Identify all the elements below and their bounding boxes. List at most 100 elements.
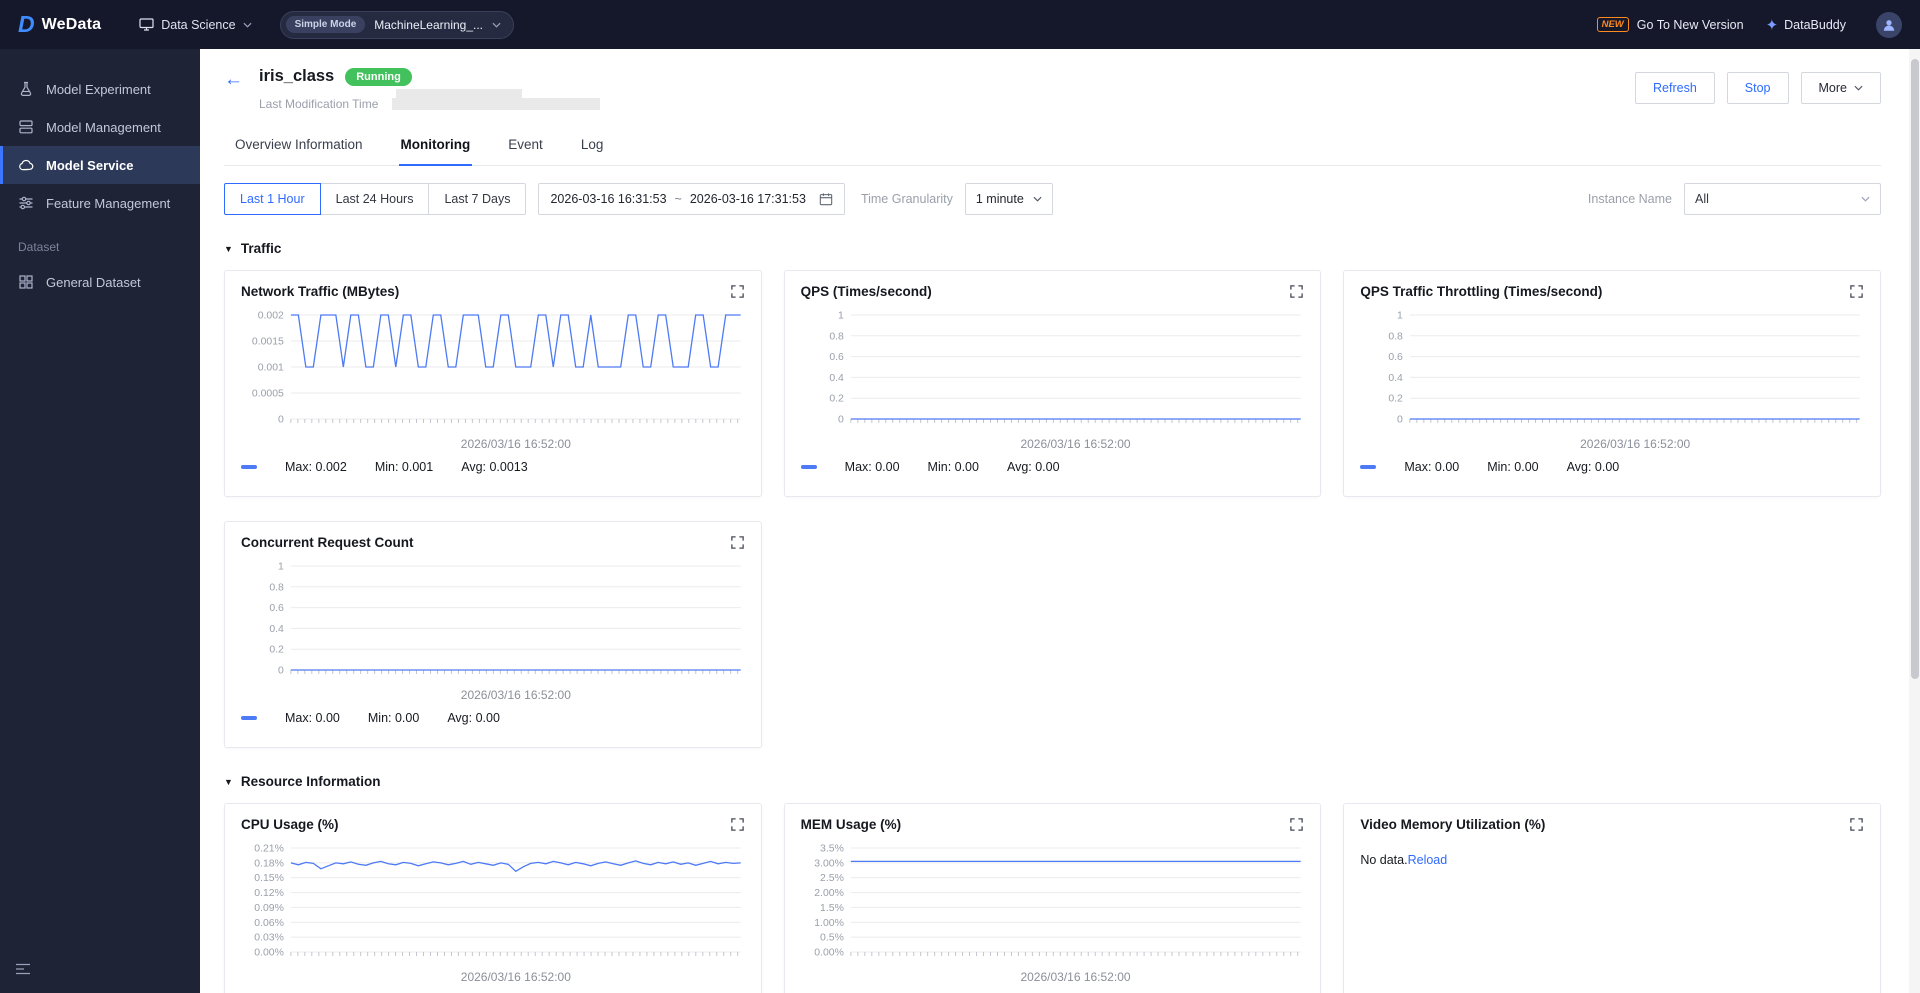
sidebar-item-label: Feature Management	[46, 195, 171, 211]
collapse-icon	[16, 963, 30, 975]
chart-stat: Avg: 0.0013	[461, 460, 528, 474]
section-resource-information[interactable]: ▼ Resource Information	[224, 774, 1881, 789]
sidebar-item-label: Model Service	[46, 157, 134, 173]
experiment-icon	[18, 81, 34, 97]
sidebar: Model Experiment Model Management Model Se…	[0, 49, 200, 993]
redacted-text	[396, 89, 522, 101]
chart-title: Network Traffic (MBytes)	[241, 284, 400, 299]
range-button-last-1-hour[interactable]: Last 1 Hour	[224, 183, 321, 215]
refresh-button[interactable]: Refresh	[1635, 72, 1715, 104]
caret-down-icon: ▼	[224, 776, 233, 787]
svg-text:0: 0	[838, 414, 844, 425]
go-to-new-version-link[interactable]: Go To New Version	[1637, 18, 1744, 32]
legend-dash-icon	[1360, 465, 1377, 469]
sidebar-item-model-management[interactable]: Model Management	[0, 108, 200, 146]
fullscreen-icon[interactable]	[1849, 817, 1864, 832]
main-content: ← iris_class Running Last Modification T…	[200, 49, 1920, 993]
svg-text:0.8: 0.8	[829, 331, 844, 342]
range-button-last-7-days[interactable]: Last 7 Days	[428, 183, 527, 215]
sidebar-item-feature-management[interactable]: Feature Management	[0, 184, 200, 222]
project-selector[interactable]: Simple Mode MachineLearning_...	[279, 10, 515, 39]
instance-select[interactable]: All	[1684, 183, 1881, 215]
svg-text:0: 0	[1397, 414, 1403, 425]
sidebar-section-dataset: Dataset	[18, 240, 60, 254]
chart-stat: Max: 0.002	[285, 460, 347, 474]
chart-plot: 0.002 0.0015 0.001 0.0005 0	[252, 310, 741, 426]
fullscreen-icon[interactable]	[730, 817, 745, 832]
chart-plot: 1 0.8 0.6 0.4 0.2 0	[829, 310, 1301, 426]
back-button[interactable]: ←	[224, 70, 243, 89]
legend-dash-icon	[241, 465, 257, 469]
sidebar-dataset-nav: General Dataset	[0, 263, 200, 301]
chevron-down-icon	[492, 22, 501, 28]
svg-text:1.5%: 1.5%	[820, 903, 844, 914]
chart-legend: Max: 0.00 Min: 0.00 Avg: 0.00	[241, 711, 745, 725]
chart-x-axis-label: 2026/03/16 16:52:00	[460, 970, 571, 984]
svg-text:0: 0	[278, 414, 284, 425]
granularity-select[interactable]: 1 minute	[964, 183, 1053, 215]
svg-text:1: 1	[838, 310, 844, 321]
fullscreen-icon[interactable]	[1289, 284, 1304, 299]
tab-bar: Overview Information Monitoring Event Log	[224, 127, 1881, 166]
svg-text:0: 0	[278, 665, 284, 676]
databuddy-label: DataBuddy	[1784, 17, 1846, 32]
avatar[interactable]	[1876, 11, 1902, 38]
svg-text:0.21%: 0.21%	[254, 843, 284, 854]
svg-text:0.8: 0.8	[269, 582, 284, 593]
svg-text:0.001: 0.001	[258, 362, 284, 373]
chevron-down-icon	[1861, 196, 1870, 202]
title-block: iris_class Running Last Modification Tim…	[259, 67, 601, 111]
feature-icon	[18, 195, 34, 211]
instance-value: All	[1695, 192, 1709, 206]
more-button[interactable]: More	[1800, 72, 1881, 104]
wedata-logo-icon: D	[18, 11, 35, 37]
chevron-down-icon	[1854, 85, 1863, 91]
chart-x-axis-label: 2026/03/16 16:52:00	[1020, 970, 1131, 984]
chart-stat: Max: 0.00	[285, 711, 340, 725]
traffic-chart-grid: Network Traffic (MBytes) 0.002 0.0015 0.001…	[224, 270, 1881, 748]
tab-event[interactable]: Event	[506, 127, 545, 166]
legend-dash-icon	[241, 716, 257, 720]
stop-button[interactable]: Stop	[1726, 72, 1789, 104]
databuddy-link[interactable]: ✦ DataBuddy	[1766, 16, 1846, 34]
sidebar-nav: Model Experiment Model Management Model Se…	[0, 70, 200, 222]
sidebar-item-model-service[interactable]: Model Service	[0, 146, 200, 184]
wedata-logo[interactable]: D WeData	[18, 13, 101, 36]
sidebar-item-model-experiment[interactable]: Model Experiment	[0, 70, 200, 108]
svg-text:0.5%: 0.5%	[820, 933, 844, 944]
instance-filter: Instance Name All	[1588, 183, 1881, 215]
svg-text:2.5%: 2.5%	[820, 873, 844, 884]
svg-text:0.00%: 0.00%	[254, 947, 284, 958]
svg-text:3.00%: 3.00%	[814, 858, 844, 869]
fullscreen-icon[interactable]	[730, 535, 745, 550]
svg-text:1.00%: 1.00%	[814, 918, 844, 929]
svg-text:0.18%: 0.18%	[254, 858, 284, 869]
scrollbar-thumb[interactable]	[1911, 59, 1919, 679]
section-traffic[interactable]: ▼ Traffic	[224, 241, 1881, 256]
calendar-icon	[819, 192, 833, 206]
scrollbar[interactable]	[1909, 49, 1920, 993]
topbar: D WeData Data Science Simple Mode Machin…	[0, 0, 1920, 49]
fullscreen-icon[interactable]	[1849, 284, 1864, 299]
legend-dash-icon	[800, 465, 817, 469]
svg-text:0.2: 0.2	[269, 645, 284, 656]
fullscreen-icon[interactable]	[1289, 817, 1304, 832]
chart-x-axis-label: 2026/03/16 16:52:00	[1580, 437, 1691, 451]
product-switcher[interactable]: Data Science	[139, 18, 252, 32]
sidebar-item-label: General Dataset	[46, 274, 141, 290]
new-badge: NEW	[1596, 17, 1629, 32]
tab-overview-information[interactable]: Overview Information	[233, 127, 365, 166]
date-range-picker[interactable]: 2026-03-16 16:31:53 ~ 2026-03-16 17:31:5…	[538, 183, 845, 215]
tab-log[interactable]: Log	[579, 127, 606, 166]
reload-link[interactable]: Reload	[1408, 853, 1448, 867]
fullscreen-icon[interactable]	[730, 284, 745, 299]
svg-text:0.0015: 0.0015	[252, 336, 284, 347]
chart-plot: 1 0.8 0.6 0.4 0.2 0	[1389, 310, 1861, 426]
range-button-last-24-hours[interactable]: Last 24 Hours	[319, 183, 430, 215]
tab-monitoring[interactable]: Monitoring	[398, 127, 473, 166]
sidebar-collapse-button[interactable]	[15, 962, 31, 980]
svg-text:0.4: 0.4	[269, 624, 284, 635]
chart-stat: Max: 0.00	[844, 460, 900, 474]
sidebar-item-general-dataset[interactable]: General Dataset	[0, 263, 200, 301]
svg-text:0.0005: 0.0005	[252, 388, 284, 399]
